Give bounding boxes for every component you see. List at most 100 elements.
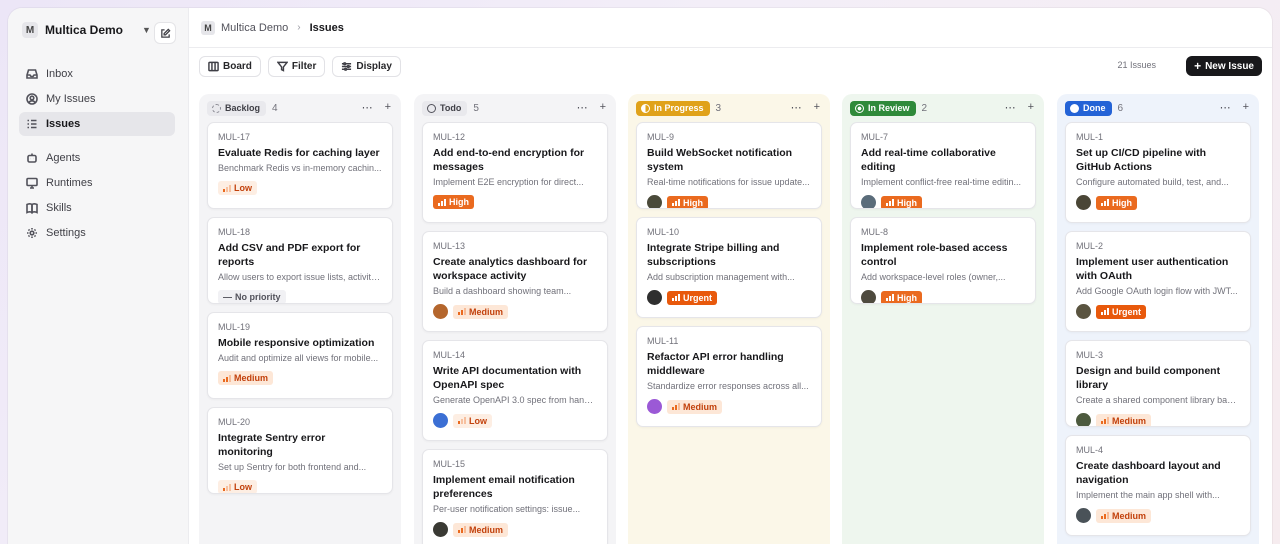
priority-bar [441, 200, 443, 206]
priority-bar [1104, 310, 1106, 315]
more-horizontal-icon[interactable]: ⋯ [1220, 101, 1231, 114]
workspace-switcher[interactable]: M Multica Demo ▼ [22, 22, 151, 38]
plus-icon[interactable]: + [1028, 101, 1034, 114]
priority-badge[interactable]: Medium [667, 399, 723, 414]
priority-bar [1107, 512, 1109, 519]
priority-badge[interactable]: Low [218, 480, 257, 493]
plus-icon[interactable]: + [814, 101, 820, 114]
issue-card[interactable]: MUL-1 Set up CI/CD pipeline with GitHub A… [1065, 122, 1251, 223]
plus-icon[interactable]: + [600, 101, 606, 114]
priority-badge[interactable]: High [433, 195, 474, 209]
priority-badge[interactable]: Medium [453, 522, 509, 537]
priority-bar [1101, 516, 1103, 519]
assignee-avatar[interactable] [1076, 304, 1091, 319]
assignee-avatar[interactable] [647, 290, 662, 305]
assignee-avatar[interactable] [433, 522, 448, 537]
more-horizontal-icon[interactable]: ⋯ [791, 101, 802, 114]
issue-card[interactable]: MUL-9 Build WebSocket notification system… [636, 122, 822, 209]
issue-card[interactable]: MUL-2 Implement user authentication with … [1065, 231, 1251, 332]
priority-bar [229, 483, 231, 491]
issue-card[interactable]: MUL-15 Implement email notification prefe… [422, 449, 608, 544]
issue-card[interactable]: MUL-17 Evaluate Redis for caching layer Be… [207, 122, 393, 209]
priority-badge[interactable]: Urgent [1096, 304, 1146, 319]
priority-bar [678, 294, 680, 301]
priority-badge[interactable]: Medium [1096, 413, 1152, 426]
filter-button[interactable]: Filter [267, 55, 326, 77]
more-horizontal-icon[interactable]: ⋯ [577, 101, 588, 114]
main-panel: M Multica Demo › Issues Board Filter Dis… [188, 8, 1272, 544]
issue-meta: Low [433, 413, 597, 428]
issue-meta: High [1076, 195, 1240, 210]
chevron-right-icon: › [297, 22, 301, 33]
priority-badge[interactable]: High [881, 195, 922, 208]
issue-card[interactable]: MUL-3 Design and build component library C… [1065, 340, 1251, 427]
priority-badge[interactable]: High [1096, 195, 1137, 210]
edit-icon [160, 27, 171, 38]
issue-title: Add CSV and PDF export for reports [218, 242, 361, 268]
issue-id: MUL-15 [433, 459, 466, 469]
nav-item-my-issues[interactable]: My Issues [19, 87, 175, 111]
issue-card[interactable]: MUL-20 Integrate Sentry error monitoring S… [207, 407, 393, 494]
more-horizontal-icon[interactable]: ⋯ [362, 101, 373, 114]
assignee-avatar[interactable] [647, 399, 662, 414]
priority-badge[interactable]: Low [218, 181, 257, 195]
display-button[interactable]: Display [332, 55, 401, 77]
nav-item-skills[interactable]: Skills [19, 196, 175, 220]
board-view-button[interactable]: Board [199, 55, 261, 77]
priority-label: Medium [469, 524, 504, 535]
plus-icon[interactable]: + [1243, 101, 1249, 114]
issue-meta: Medium [1076, 413, 1240, 426]
assignee-avatar[interactable] [433, 413, 448, 428]
priority-bar [672, 407, 674, 410]
priority-badge[interactable]: Medium [453, 304, 509, 319]
assignee-avatar[interactable] [1076, 195, 1091, 210]
assignee-avatar[interactable] [433, 304, 448, 319]
assignee-avatar[interactable] [1076, 413, 1091, 426]
nav-item-settings[interactable]: Settings [19, 221, 175, 245]
plus-icon[interactable]: + [385, 101, 391, 114]
nav-item-runtimes[interactable]: Runtimes [19, 171, 175, 195]
issue-card[interactable]: MUL-11 Refactor API error handling middle… [636, 326, 822, 427]
issue-card[interactable]: MUL-7 Add real-time collaborative editing… [850, 122, 1036, 209]
priority-bars-icon [672, 199, 680, 206]
assignee-avatar[interactable] [861, 195, 876, 208]
issue-title: Create analytics dashboard for workspace… [433, 256, 588, 282]
new-issue-button[interactable]: + New Issue [1186, 56, 1262, 76]
issue-card[interactable]: MUL-14 Write API documentation with OpenA… [422, 340, 608, 441]
priority-badge[interactable]: High [667, 195, 708, 208]
issue-card[interactable]: MUL-10 Integrate Stripe billing and subsc… [636, 217, 822, 318]
breadcrumb-workspace[interactable]: Multica Demo [221, 22, 288, 34]
issue-card[interactable]: MUL-8 Implement role-based access control… [850, 217, 1036, 304]
priority-bars-icon [672, 403, 680, 410]
priority-bar [226, 485, 228, 491]
issue-title: Integrate Sentry error monitoring [218, 432, 326, 458]
issue-card[interactable]: MUL-12 Add end-to-end encryption for mess… [422, 122, 608, 223]
issue-card[interactable]: MUL-13 Create analytics dashboard for wor… [422, 231, 608, 332]
priority-badge[interactable]: — No priority [218, 290, 286, 303]
issue-card[interactable]: MUL-19 Mobile responsive optimization Audi… [207, 312, 393, 399]
nav-item-issues[interactable]: Issues [19, 112, 175, 136]
column-actions: ⋯ + [1220, 101, 1249, 114]
issue-card[interactable]: MUL-18 Add CSV and PDF export for reports… [207, 217, 393, 304]
status-icon [212, 103, 221, 113]
sidebar: M Multica Demo ▼ Inbox My Issues Issues [8, 8, 188, 544]
priority-badge[interactable]: Low [453, 413, 492, 428]
assignee-avatar[interactable] [1076, 508, 1091, 523]
priority-bar [226, 376, 228, 382]
nav-item-inbox[interactable]: Inbox [19, 62, 175, 86]
priority-badge[interactable]: High [881, 290, 922, 303]
column-actions: ⋯ + [791, 101, 820, 114]
priority-bar [458, 530, 460, 533]
issue-card[interactable]: MUL-4 Create dashboard layout and navigat… [1065, 435, 1251, 536]
status-icon [1070, 103, 1079, 113]
priority-badge[interactable]: Medium [1096, 508, 1152, 523]
more-horizontal-icon[interactable]: ⋯ [1005, 101, 1016, 114]
assignee-avatar[interactable] [647, 195, 662, 208]
compose-button[interactable] [154, 22, 176, 44]
nav-item-agents[interactable]: Agents [19, 146, 175, 170]
priority-label: Medium [1112, 510, 1147, 521]
priority-badge[interactable]: Urgent [667, 290, 717, 305]
assignee-avatar[interactable] [861, 290, 876, 303]
priority-badge[interactable]: Medium [218, 371, 274, 385]
status-icon [641, 103, 650, 113]
